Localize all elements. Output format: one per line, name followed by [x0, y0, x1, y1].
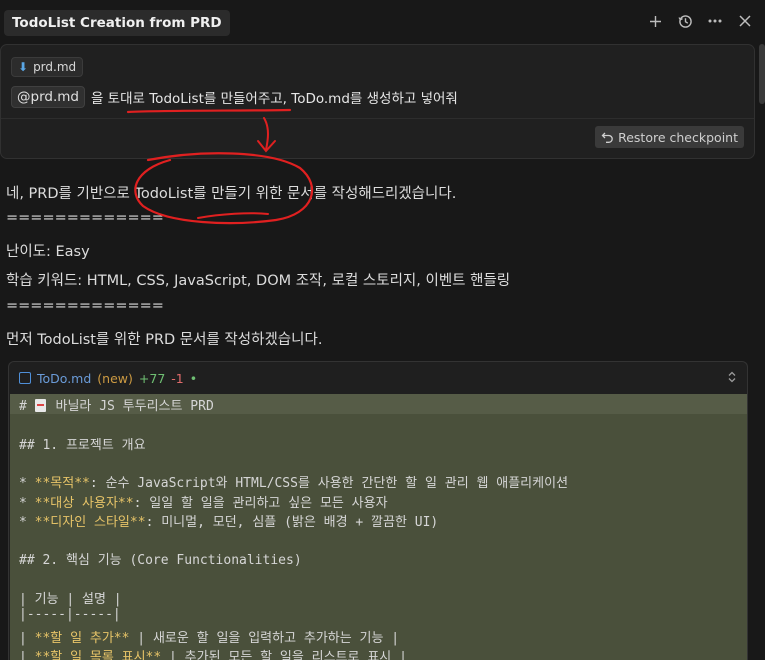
restore-checkpoint-label: Restore checkpoint [618, 129, 738, 145]
scrollbar[interactable] [759, 44, 765, 104]
code-line: # 바닐라 JS 투두리스트 PRD [19, 399, 214, 414]
user-message-body: 을 토대로 TodoList를 만들어주고, ToDo.md를 생성하고 넣어줘 [90, 91, 458, 107]
code-block: ToDo.md (new) +77 -1 • # 바닐라 JS 투두리스트 PR… [8, 361, 748, 660]
code-filename: ToDo.md [37, 370, 92, 386]
code-line: ## 1. 프로젝트 개요 [19, 437, 146, 453]
file-mention[interactable]: @prd.md [11, 86, 85, 108]
code-line: * **대상 사용자**: 일일 할 일을 관리하고 싶은 모든 사용자 [19, 495, 388, 511]
code-line: | 기능 | 설명 | [19, 592, 122, 607]
undo-icon [601, 132, 613, 143]
response-line: ============= [6, 210, 164, 226]
document-emoji-icon [34, 399, 46, 412]
code-line: * **디자인 스타일**: 미니멀, 모던, 심플 (밝은 배경 + 깔끔한 … [19, 514, 439, 530]
code-line: ## 2. 핵심 기능 (Core Functionalities) [19, 553, 302, 569]
response-line: ============= [6, 298, 164, 314]
code-line: |-----|-----| [19, 607, 121, 623]
markdown-file-icon: ⬇ [18, 60, 29, 74]
code-line: | **할 일 목록 표시** | 추가된 모든 할 일을 리스트로 표시 | [19, 649, 407, 660]
card-divider [1, 118, 754, 119]
code-status: (new) [97, 370, 133, 386]
code-line: | **할 일 추가** | 새로운 할 일을 입력하고 추가하는 기능 | [19, 630, 400, 646]
response-line: 먼저 TodoList를 위한 PRD 문서를 작성하겠습니다. [6, 332, 323, 348]
chat-title-tab[interactable]: TodoList Creation from PRD [4, 10, 230, 36]
lines-removed: -1 [171, 370, 184, 386]
code-block-header[interactable]: ToDo.md (new) +77 -1 • [9, 362, 747, 394]
header-actions [647, 12, 753, 30]
file-icon [19, 372, 31, 384]
code-line: * **목적**: 순수 JavaScript와 HTML/CSS를 사용한 간… [19, 476, 569, 492]
plus-icon[interactable] [647, 12, 663, 30]
chat-header: TodoList Creation from PRD [0, 0, 765, 44]
attachment-chip[interactable]: ⬇ prd.md [11, 57, 84, 77]
restore-checkpoint-button[interactable]: Restore checkpoint [595, 126, 744, 148]
attachment-label: prd.md [33, 60, 77, 74]
response-line: 난이도: Easy [6, 244, 90, 260]
response-line: 네, PRD를 기반으로 TodoList를 만들기 위한 문서를 작성해드리겠… [6, 186, 457, 202]
user-message-card: ⬇ prd.md @prd.md 을 토대로 TodoList를 만들어주고, … [0, 44, 755, 159]
modified-dot: • [189, 370, 198, 386]
history-icon[interactable] [677, 12, 693, 30]
lines-added: +77 [138, 370, 166, 386]
user-message-text: @prd.md 을 토대로 TodoList를 만들어주고, ToDo.md를 … [11, 85, 458, 109]
more-icon[interactable] [707, 12, 723, 30]
response-line: 학습 키워드: HTML, CSS, JavaScript, DOM 조작, 로… [6, 273, 511, 289]
expand-icon[interactable] [727, 371, 737, 386]
close-icon[interactable] [737, 12, 753, 30]
